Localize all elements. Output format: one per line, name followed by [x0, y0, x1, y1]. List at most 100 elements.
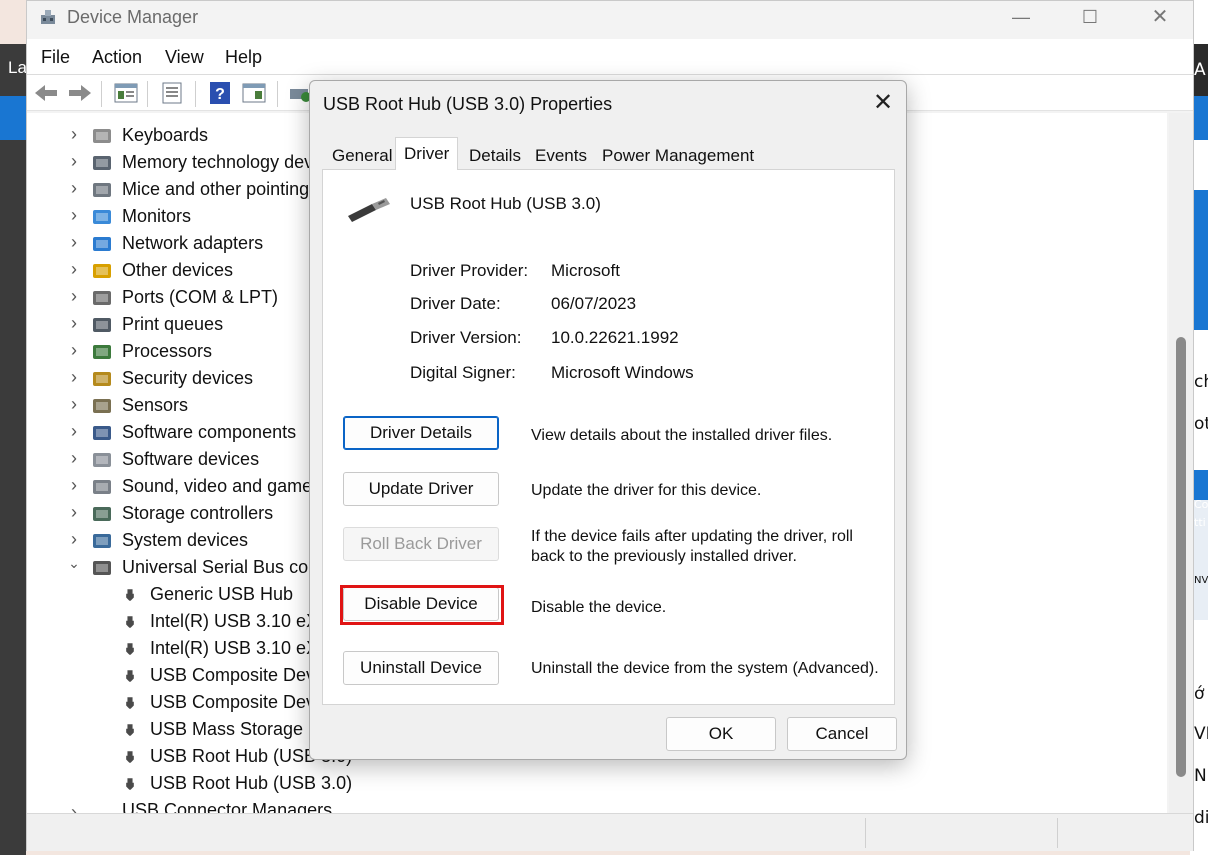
chevron-right-icon[interactable]: › — [67, 259, 81, 280]
usb-child-node[interactable]: USB Root Hub (USB 3.0) — [27, 771, 447, 798]
tab-details[interactable]: Details — [461, 141, 529, 169]
background-blue-band — [0, 96, 26, 140]
tree-node-label: Software devices — [122, 449, 260, 469]
driver-date-label: Driver Date: — [410, 294, 501, 313]
usb-child-label: USB Root Hub (USB 3.0) — [150, 773, 353, 793]
background-text: VID — [1194, 724, 1208, 744]
chevron-right-icon[interactable]: › — [67, 205, 81, 226]
chevron-down-icon[interactable]: ⌄ — [67, 555, 81, 572]
tree-node-label: Sensors — [122, 395, 189, 415]
update-driver-button[interactable]: Update Driver — [343, 472, 499, 506]
properties-icon[interactable] — [113, 81, 139, 105]
back-arrow-icon[interactable] — [33, 81, 59, 105]
properties-dialog: USB Root Hub (USB 3.0) Properties ✕ Gene… — [309, 80, 907, 760]
chevron-right-icon[interactable]: › — [67, 502, 81, 523]
device-manager-icon — [41, 10, 55, 24]
usb-plug-icon — [126, 751, 134, 763]
help-icon[interactable]: ? — [207, 81, 233, 105]
highlight-box — [340, 585, 504, 625]
chevron-right-icon[interactable]: › — [67, 340, 81, 361]
security-icon — [93, 372, 111, 386]
roll-back-driver-button[interactable]: Roll Back Driver — [343, 527, 499, 561]
chevron-right-icon[interactable]: › — [67, 802, 81, 813]
speaker-icon — [93, 480, 111, 494]
tab-driver[interactable]: Driver — [395, 137, 459, 170]
chevron-right-icon[interactable]: › — [67, 286, 81, 307]
tree-node-label: Sound, video and game — [122, 476, 313, 496]
background-text: tti — [1194, 516, 1206, 529]
driver-version-value: 10.0.22621.1992 — [551, 328, 679, 347]
usb-plug-icon — [126, 616, 134, 628]
forward-arrow-icon[interactable] — [67, 81, 93, 105]
tree-node-label: Other devices — [122, 260, 234, 280]
unknown-device-icon — [93, 264, 111, 278]
menu-help[interactable]: Help — [225, 47, 262, 68]
view-icon[interactable] — [241, 81, 267, 105]
usb-plug-icon — [126, 643, 134, 655]
network-icon — [93, 237, 111, 251]
uninstall-device-description: Uninstall the device from the system (Ad… — [531, 660, 879, 677]
chevron-right-icon[interactable]: › — [67, 313, 81, 334]
vertical-scrollbar[interactable] — [1169, 113, 1193, 813]
dialog-close-button[interactable]: ✕ — [866, 89, 900, 119]
menu-bar: File Action View Help — [27, 39, 1193, 75]
digital-signer-label: Digital Signer: — [410, 363, 516, 382]
printer-icon — [93, 318, 111, 332]
tree-node-label: USB Connector Managers — [122, 800, 333, 813]
usb-plug-icon — [126, 778, 134, 790]
menu-file[interactable]: File — [41, 47, 70, 68]
chevron-right-icon[interactable]: › — [67, 529, 81, 550]
window-title: Device Manager — [67, 7, 199, 27]
disable-device-description: Disable the device. — [531, 599, 667, 616]
usb-icon — [93, 561, 111, 575]
chevron-right-icon[interactable]: › — [67, 151, 81, 172]
update-driver-description: Update the driver for this device. — [531, 482, 762, 499]
chevron-right-icon[interactable]: › — [67, 394, 81, 415]
tab-general[interactable]: General — [324, 141, 400, 169]
keyboard-icon — [93, 129, 111, 143]
title-bar: Device Manager — ☐ ✕ — [27, 1, 1193, 37]
maximize-button[interactable]: ☐ — [1067, 1, 1113, 35]
tab-events[interactable]: Events — [527, 141, 595, 169]
menu-action[interactable]: Action — [92, 47, 142, 68]
tree-node-label: Mice and other pointing — [122, 179, 310, 199]
tree-node-label: Software components — [122, 422, 297, 442]
background-text: La — [8, 58, 27, 77]
background-text: ớ — [1194, 684, 1205, 704]
close-button[interactable]: ✕ — [1137, 1, 1183, 35]
tree-node-label: Monitors — [122, 206, 192, 226]
driver-details-description: View details about the installed driver … — [531, 427, 833, 444]
uninstall-device-button[interactable]: Uninstall Device — [343, 651, 499, 685]
tab-power-management[interactable]: Power Management — [594, 141, 762, 169]
background-text: oti — [1194, 414, 1208, 434]
ok-button[interactable]: OK — [666, 717, 776, 751]
driver-details-button[interactable]: Driver Details — [343, 416, 499, 450]
minimize-button[interactable]: — — [998, 1, 1044, 35]
driver-provider-value: Microsoft — [551, 261, 620, 280]
storage-icon — [93, 507, 111, 521]
cancel-button[interactable]: Cancel — [787, 717, 897, 751]
tree-node-label: Security devices — [122, 368, 254, 388]
chevron-right-icon[interactable]: › — [67, 475, 81, 496]
usb-child-label: Intel(R) USB 3.10 eXte — [150, 611, 334, 631]
chevron-right-icon[interactable]: › — [67, 421, 81, 442]
background-text: di — [1194, 808, 1208, 828]
usb-plug-icon — [126, 670, 134, 682]
chevron-right-icon[interactable]: › — [67, 232, 81, 253]
chevron-right-icon[interactable]: › — [67, 367, 81, 388]
tree-node-label: Print queues — [122, 314, 224, 334]
chevron-right-icon[interactable]: › — [67, 124, 81, 145]
processor-icon — [93, 345, 111, 359]
tree-node[interactable]: › USB Connector Managers — [27, 798, 447, 813]
document-icon[interactable] — [159, 81, 185, 105]
driver-version-label: Driver Version: — [410, 328, 522, 347]
toolbar-separator — [195, 81, 196, 107]
toolbar-separator — [277, 81, 278, 107]
software-component-icon — [93, 426, 111, 440]
toolbar-separator — [101, 81, 102, 107]
tree-node-label: Universal Serial Bus cont — [122, 557, 324, 577]
scrollbar-thumb[interactable] — [1176, 337, 1186, 777]
menu-view[interactable]: View — [165, 47, 204, 68]
chevron-right-icon[interactable]: › — [67, 448, 81, 469]
chevron-right-icon[interactable]: › — [67, 178, 81, 199]
